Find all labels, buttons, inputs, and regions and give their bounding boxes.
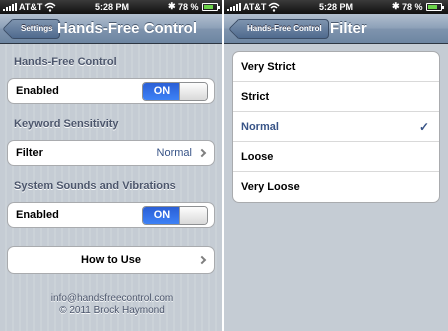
status-bar: AT&T 5:28 PM ✱ 78 % — [224, 0, 448, 14]
toggle-on-label: ON — [143, 207, 181, 224]
section-header-system-sounds: System Sounds and Vibrations — [14, 180, 176, 192]
filter-value: Normal — [156, 147, 192, 159]
toggle-knob — [179, 83, 207, 100]
settings-back-button[interactable]: Settings — [10, 19, 60, 39]
filter-label: Filter — [16, 147, 43, 159]
footer-copyright: © 2011 Brock Haymond — [59, 305, 165, 316]
filter-option-label: Very Strict — [241, 61, 296, 73]
battery-icon — [202, 3, 220, 11]
footer-email: info@handsfreecontrol.com — [50, 293, 174, 304]
how-to-use-row[interactable]: How to Use — [7, 246, 215, 274]
battery-icon — [426, 3, 444, 11]
battery-percent: 78 % — [402, 2, 423, 12]
sounds-enabled-row: Enabled ON — [7, 202, 215, 228]
sounds-enabled-toggle[interactable]: ON — [142, 206, 208, 225]
filter-option-label: Normal — [241, 121, 279, 133]
bluetooth-icon: ✱ — [168, 1, 176, 11]
toggle-knob — [179, 207, 207, 224]
filter-option-normal[interactable]: Normal ✓ — [233, 112, 439, 142]
checkmark-icon: ✓ — [418, 120, 429, 134]
navigation-bar: Hands-Free Control Filter — [224, 14, 448, 44]
hands-free-enabled-toggle[interactable]: ON — [142, 82, 208, 101]
filter-options-list: Very Strict Strict Normal ✓ Loose Very Loose — [232, 51, 440, 203]
section-header-hands-free: Hands-Free Control — [14, 56, 117, 68]
chevron-right-icon — [197, 148, 207, 158]
battery-fill — [204, 5, 214, 9]
back-button-label: Hands-Free Control — [247, 24, 322, 33]
page-title: Hands-Free Control — [57, 20, 198, 37]
filter-option-loose[interactable]: Loose — [233, 142, 439, 172]
filter-option-label: Loose — [241, 151, 274, 163]
status-bar: AT&T 5:28 PM ✱ 78 % — [0, 0, 224, 14]
hands-free-control-screen: AT&T 5:28 PM ✱ 78 % Settings Hands-Free … — [0, 0, 224, 331]
filter-option-label: Very Loose — [241, 181, 300, 193]
back-button-label: Settings — [21, 24, 53, 33]
filter-row[interactable]: Filter Normal — [7, 140, 215, 166]
how-to-use-label: How to Use — [81, 254, 141, 266]
battery-fill — [428, 5, 438, 9]
filter-screen: AT&T 5:28 PM ✱ 78 % Hands-Free Control F… — [224, 0, 448, 331]
filter-option-very-strict[interactable]: Very Strict — [233, 52, 439, 82]
enabled-label: Enabled — [16, 85, 59, 97]
hands-free-enabled-row: Enabled ON — [7, 78, 215, 104]
filter-option-label: Strict — [241, 91, 270, 103]
hands-free-control-back-button[interactable]: Hands-Free Control — [236, 19, 329, 39]
toggle-on-label: ON — [143, 83, 181, 100]
battery-percent: 78 % — [178, 2, 199, 12]
bluetooth-icon: ✱ — [392, 1, 400, 11]
page-title: Filter — [330, 20, 367, 37]
filter-option-very-loose[interactable]: Very Loose — [233, 172, 439, 202]
section-header-keyword-sensitivity: Keyword Sensitivity — [14, 118, 119, 130]
filter-option-strict[interactable]: Strict — [233, 82, 439, 112]
enabled-label: Enabled — [16, 209, 59, 221]
navigation-bar: Settings Hands-Free Control — [0, 14, 224, 44]
